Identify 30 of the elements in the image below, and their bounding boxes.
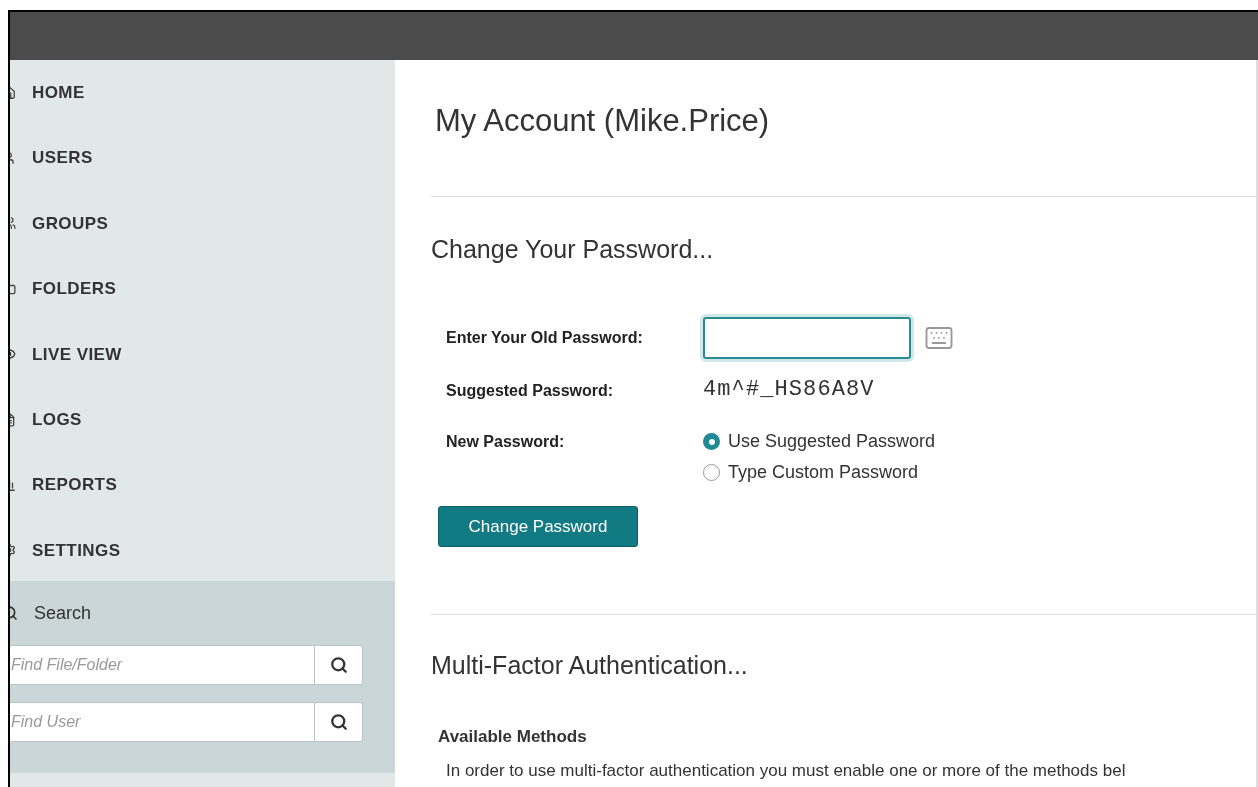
nav-item[interactable]: HOME <box>32 79 85 106</box>
nav-item[interactable]: SETTINGS <box>32 537 121 564</box>
radio-button[interactable] <box>703 464 720 481</box>
radio-option[interactable]: Type Custom Password <box>703 459 1256 486</box>
search-icon <box>329 656 348 675</box>
nav-item[interactable]: REPORTS <box>32 472 118 498</box>
search-icon <box>329 713 348 732</box>
nav-item[interactable]: LIVE VIEW <box>32 341 122 367</box>
radio-option[interactable]: Use Suggested Password <box>703 428 1256 455</box>
nav-item[interactable]: GROUPS <box>32 210 109 237</box>
old-password-field[interactable] <box>703 317 911 359</box>
nav-item[interactable]: USERS <box>32 145 93 171</box>
nav-item[interactable]: FOLDERS <box>32 276 117 302</box>
field-label: New Password: <box>446 432 566 452</box>
search-title: Search <box>34 601 92 625</box>
section-heading: Multi-Factor Authentication... <box>431 650 749 681</box>
search-button[interactable] <box>315 702 363 743</box>
search-field[interactable]: Find User <box>10 702 315 743</box>
field-label: Enter Your Old Password: <box>446 328 644 348</box>
change-password-button[interactable]: Change Password <box>438 506 638 547</box>
section-heading: Change Your Password... <box>431 234 715 265</box>
radio-button[interactable] <box>703 433 720 450</box>
subheading: Available Methods <box>438 726 588 748</box>
suggested-password: 4m^#_HS86A8V <box>703 376 876 404</box>
page-title: My Account (Mike.Price) <box>435 102 771 140</box>
search-field[interactable]: Find File/Folder <box>10 645 315 686</box>
nav-item[interactable]: LOGS <box>32 406 82 433</box>
field-label: Suggested Password: <box>446 381 615 401</box>
description-text: In order to use multi-factor authentication you must enable one or more of the methods bel <box>446 759 1127 782</box>
search-button[interactable] <box>315 645 363 686</box>
